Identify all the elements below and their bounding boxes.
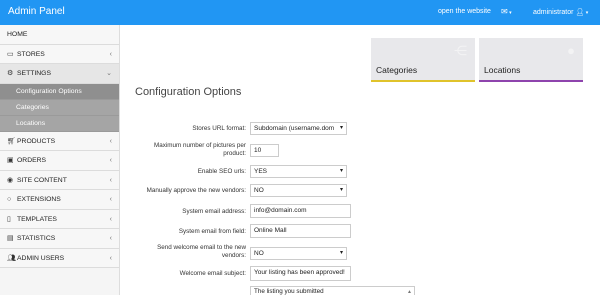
subject-field[interactable]: Your listing has been approved! (250, 266, 351, 281)
users-icon: 👥︎ (7, 254, 16, 262)
chevron-left-icon: ‹ (109, 196, 112, 203)
sidebar-item-home[interactable]: HOME (0, 25, 119, 45)
chevron-left-icon: ‹ (109, 215, 112, 223)
submenu-item-categories[interactable]: Categories (0, 100, 119, 116)
caret-down-icon: ▾ (339, 187, 343, 193)
sidebar-item-settings[interactable]: ⚙ SETTINGS ⌄ (0, 64, 119, 84)
input-value: info@domain.com (254, 207, 307, 214)
chevron-down-icon: ▾ (584, 10, 589, 16)
input-value: Your listing has been approved! (254, 269, 345, 276)
sidebar-item-label: ADMIN USERS (17, 254, 65, 262)
laptop-icon: ▭ (7, 50, 14, 58)
sidebar-item-stores[interactable]: ▭ STORES ‹ (0, 44, 119, 64)
email-body-textarea[interactable]: The listing you submitted ▲ (250, 286, 415, 295)
open-website-link[interactable]: open the website (438, 8, 491, 15)
caret-down-icon: ▾ (339, 250, 343, 256)
sidebar-item-statistics[interactable]: ▤ STATISTICS ‹ (0, 229, 119, 249)
from-label: System email from field: (178, 228, 246, 235)
card-accent-bar (479, 80, 583, 82)
subject-label: Welcome email subject: (179, 270, 246, 277)
cart-icon: 🛒︎ (7, 137, 16, 145)
caret-down-icon: ▾ (339, 125, 343, 131)
chevron-left-icon: ‹ (109, 50, 112, 58)
card-label: Locations (484, 65, 521, 75)
sidebar-item-label: SETTINGS (17, 70, 51, 77)
card-label: Categories (376, 65, 418, 75)
sidebar-item-products[interactable]: 🛒︎PRODUCTS ‹ (0, 131, 119, 151)
stores-url-label: Stores URL format: (192, 125, 246, 132)
sidebar-item-label: ORDERS (17, 157, 47, 164)
sidebar: HOME ▭ STORES ‹ ⚙ SETTINGS ⌄ Configuration… (0, 25, 120, 295)
email-label: System email address: (182, 208, 246, 215)
chevron-left-icon: ‹ (109, 235, 112, 242)
input-value: 10 (254, 147, 262, 154)
page-title: Configuration Options (135, 86, 242, 98)
sidebar-item-label: SITE CONTENT (17, 176, 67, 184)
textarea-value: The listing you submitted (254, 288, 324, 295)
sidebar-item-orders[interactable]: ▣ ORDERS ‹ (0, 151, 119, 171)
stores-url-select[interactable]: Subdomain (username.dom ▾ (250, 122, 347, 135)
caret-down-icon: ▾ (339, 168, 343, 174)
user-menu[interactable]: administrator 👤︎ ▾ (533, 8, 588, 16)
select-value: NO (254, 250, 264, 257)
sidebar-item-admin-users[interactable]: 👥︎ADMIN USERS ‹ (0, 248, 119, 268)
sidebar-item-label: TEMPLATES (17, 215, 57, 223)
select-value: Subdomain (username.dom (254, 125, 335, 132)
map-marker-icon: ● (567, 43, 575, 58)
sidebar-item-label: HOME (7, 31, 28, 38)
sidebar-item-label: PRODUCTS (17, 137, 56, 145)
select-value: NO (254, 187, 264, 194)
email-field[interactable]: info@domain.com (250, 204, 351, 218)
brand-title[interactable]: Admin Panel (8, 6, 65, 17)
chevron-left-icon: ‹ (109, 157, 112, 164)
welcome-label: Send welcome email to the new vendors: (157, 244, 246, 259)
welcome-select[interactable]: NO ▾ (250, 247, 347, 260)
approve-vendors-select[interactable]: NO ▾ (250, 184, 347, 197)
envelope-icon[interactable]: ✉ ▾ (501, 7, 512, 16)
gears-icon: ⚙ (7, 70, 14, 77)
seo-label: Enable SEO urls: (197, 168, 246, 175)
user-icon: 👤︎ (575, 9, 585, 16)
sidebar-item-site-content[interactable]: ◉ SITE CONTENT ‹ (0, 170, 119, 190)
file-icon: ▯ (7, 215, 11, 223)
chart-icon: ▤ (7, 235, 14, 242)
chevron-left-icon: ‹ (109, 254, 112, 262)
max-pictures-input[interactable]: 10 (250, 144, 279, 157)
input-value: Online Mall (254, 227, 287, 234)
approve-vendors-label: Manually approve the new vendors: (146, 187, 246, 194)
globe-icon: ◉ (7, 176, 14, 184)
submenu-item-locations[interactable]: Locations (0, 116, 119, 132)
locations-card[interactable]: ● Locations (479, 38, 583, 82)
submenu-item-configuration-options[interactable]: Configuration Options (0, 83, 119, 100)
sidebar-item-label: STATISTICS (17, 235, 56, 242)
scroll-up-icon[interactable]: ▲ (407, 287, 412, 295)
select-value: YES (254, 168, 268, 175)
from-field[interactable]: Online Mall (250, 224, 351, 238)
categories-card[interactable]: ⋲ Categories (371, 38, 475, 82)
username: administrator (533, 9, 574, 16)
chevron-left-icon: ‹ (109, 137, 112, 145)
top-navbar: Admin Panel open the website ✉ ▾ adminis… (0, 0, 600, 25)
seo-select[interactable]: YES ▾ (250, 165, 347, 178)
chevron-down-icon: ⌄ (106, 70, 112, 77)
chevron-left-icon: ‹ (109, 176, 112, 184)
money-icon: ▣ (7, 157, 14, 164)
share-icon: ⋲ (454, 43, 467, 58)
sidebar-item-templates[interactable]: ▯ TEMPLATES ‹ (0, 209, 119, 229)
settings-submenu: Configuration Options Categories Locatio… (0, 83, 119, 132)
sidebar-item-extensions[interactable]: ○ EXTENSIONS ‹ (0, 190, 119, 210)
circle-icon: ○ (7, 196, 12, 203)
card-accent-bar (371, 80, 475, 82)
sidebar-item-label: EXTENSIONS (17, 196, 61, 203)
max-pictures-label: Maximum number of pictures per product: (153, 142, 246, 157)
sidebar-item-label: STORES (17, 50, 45, 58)
